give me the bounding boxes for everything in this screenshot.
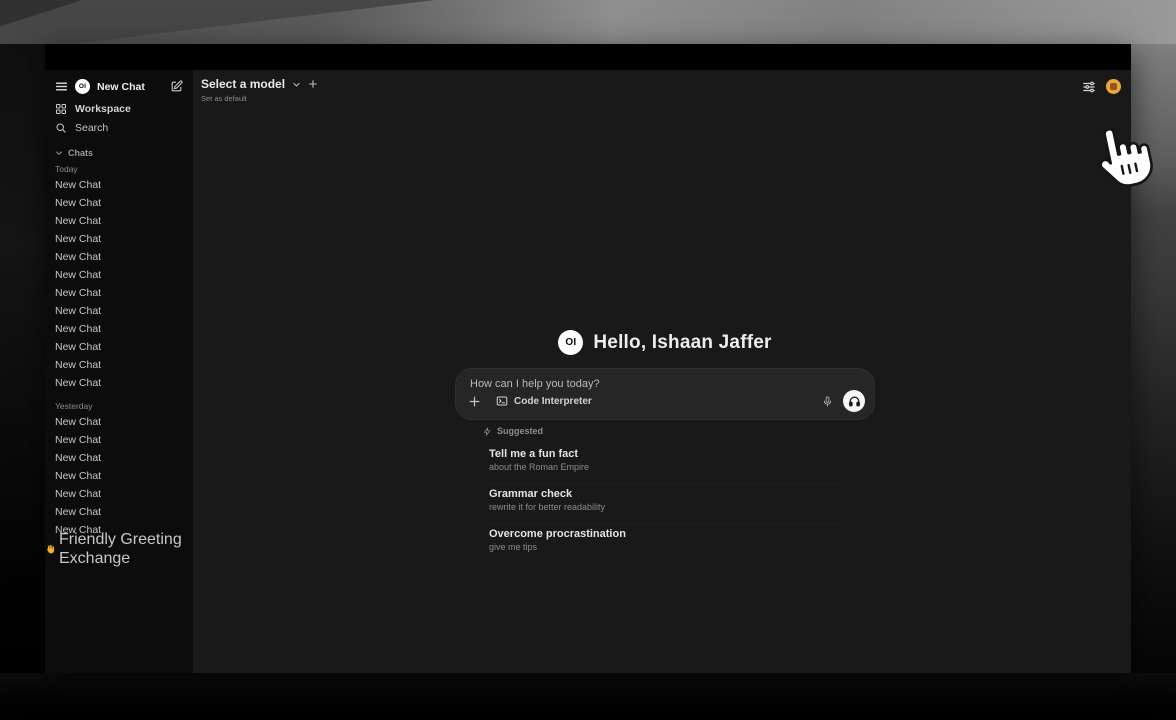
microphone-icon[interactable] <box>822 395 833 408</box>
app-logo: OI <box>75 79 90 94</box>
chat-list-item-friendly-greeting[interactable]: Friendly Greeting Exchange <box>45 539 193 558</box>
main-header: Select a model Set as default <box>193 70 1131 116</box>
chat-list-item[interactable]: New Chat <box>45 449 193 467</box>
chat-list-yesterday: New ChatNew ChatNew ChatNew ChatNew Chat… <box>45 413 193 539</box>
suggested-prompt[interactable]: Tell me a fun fact about the Roman Empir… <box>483 445 843 475</box>
chat-list-item[interactable]: New Chat <box>45 194 193 212</box>
message-composer[interactable]: How can I help you today? Code Interpret… <box>455 368 875 420</box>
chat-list-item[interactable]: New Chat <box>45 302 193 320</box>
chat-list-item[interactable]: New Chat <box>45 467 193 485</box>
suggested-prompt-title: Grammar check <box>489 488 843 500</box>
app-window: OI New Chat Workspace Searc <box>45 44 1131 673</box>
chat-list-item[interactable]: New Chat <box>45 320 193 338</box>
sidebar-title: New Chat <box>97 81 163 93</box>
chat-list-item[interactable]: New Chat <box>45 230 193 248</box>
workspace-label: Workspace <box>75 103 131 115</box>
terminal-icon <box>496 395 508 407</box>
model-selector-label: Select a model <box>201 77 285 91</box>
voice-call-button[interactable] <box>843 390 865 412</box>
message-input[interactable]: How can I help you today? <box>470 378 600 390</box>
user-avatar[interactable] <box>1106 79 1121 94</box>
chevron-down-icon <box>292 80 301 89</box>
desktop-wallpaper <box>1131 0 1176 720</box>
bolt-icon <box>483 427 492 436</box>
model-selector[interactable]: Select a model <box>201 77 318 91</box>
set-as-default[interactable]: Set as default <box>201 94 318 103</box>
chat-title: Friendly Greeting Exchange <box>59 530 193 568</box>
chat-list-item[interactable]: New Chat <box>45 374 193 392</box>
suggested-header: Suggested <box>483 426 843 436</box>
date-group-yesterday: Yesterday <box>45 399 193 413</box>
chat-list-item[interactable]: New Chat <box>45 212 193 230</box>
chat-list-item[interactable]: New Chat <box>45 503 193 521</box>
suggested-prompts: Suggested Tell me a fun fact about the R… <box>483 426 843 555</box>
sidebar-item-workspace[interactable]: Workspace <box>45 99 193 118</box>
chat-list-item[interactable]: New Chat <box>45 413 193 431</box>
greeting-text: Hello, Ishaan Jaffer <box>593 332 771 354</box>
chat-list-item[interactable]: New Chat <box>45 176 193 194</box>
new-chat-icon[interactable] <box>170 80 183 93</box>
headphones-icon <box>848 395 861 408</box>
sidebar-toggle-icon[interactable] <box>55 80 68 93</box>
suggested-prompt-subtitle: about the Roman Empire <box>489 462 843 472</box>
chat-list-item[interactable]: New Chat <box>45 338 193 356</box>
chat-list-today: New ChatNew ChatNew ChatNew ChatNew Chat… <box>45 176 193 392</box>
greeting: OI Hello, Ishaan Jaffer <box>455 330 875 355</box>
sidebar: OI New Chat Workspace Searc <box>45 70 193 673</box>
suggested-list: Tell me a fun fact about the Roman Empir… <box>483 445 843 555</box>
chat-list-item[interactable]: New Chat <box>45 356 193 374</box>
attach-plus-icon[interactable] <box>468 395 481 408</box>
suggested-prompt-subtitle: give me tips <box>489 542 843 552</box>
chats-label: Chats <box>68 148 93 158</box>
suggested-prompt[interactable]: Overcome procrastination give me tips <box>483 524 843 555</box>
sidebar-item-search[interactable]: Search <box>45 118 193 137</box>
chat-list-item[interactable]: New Chat <box>45 284 193 302</box>
main-area: Select a model Set as default <box>193 70 1131 673</box>
desktop-wallpaper <box>0 673 1176 720</box>
chat-list-item[interactable]: New Chat <box>45 431 193 449</box>
grid-icon <box>55 103 67 115</box>
search-label: Search <box>75 122 108 134</box>
app-logo: OI <box>558 330 583 355</box>
controls-sliders-icon[interactable] <box>1082 80 1096 94</box>
chevron-down-icon <box>55 149 63 157</box>
suggested-label: Suggested <box>497 426 543 436</box>
suggested-prompt-title: Tell me a fun fact <box>489 448 843 460</box>
suggested-prompt-title: Overcome procrastination <box>489 528 843 540</box>
add-model-icon[interactable] <box>308 79 318 89</box>
chat-list-item[interactable]: New Chat <box>45 248 193 266</box>
sidebar-header: OI New Chat <box>45 75 193 99</box>
chats-section-header[interactable]: Chats <box>45 146 193 160</box>
suggested-prompt-subtitle: rewrite it for better readability <box>489 502 843 512</box>
waving-hand-icon <box>45 544 55 554</box>
search-icon <box>55 122 67 134</box>
desktop-wallpaper <box>0 0 1176 44</box>
date-group-today: Today <box>45 162 193 176</box>
chat-list-item[interactable]: New Chat <box>45 485 193 503</box>
desktop-wallpaper <box>0 44 45 720</box>
suggested-prompt[interactable]: Grammar check rewrite it for better read… <box>483 484 843 515</box>
code-interpreter-label: Code Interpreter <box>514 396 592 407</box>
chat-list-item[interactable]: New Chat <box>45 266 193 284</box>
screen: OI New Chat Workspace Searc <box>0 0 1176 720</box>
code-interpreter-toggle[interactable]: Code Interpreter <box>496 395 592 407</box>
